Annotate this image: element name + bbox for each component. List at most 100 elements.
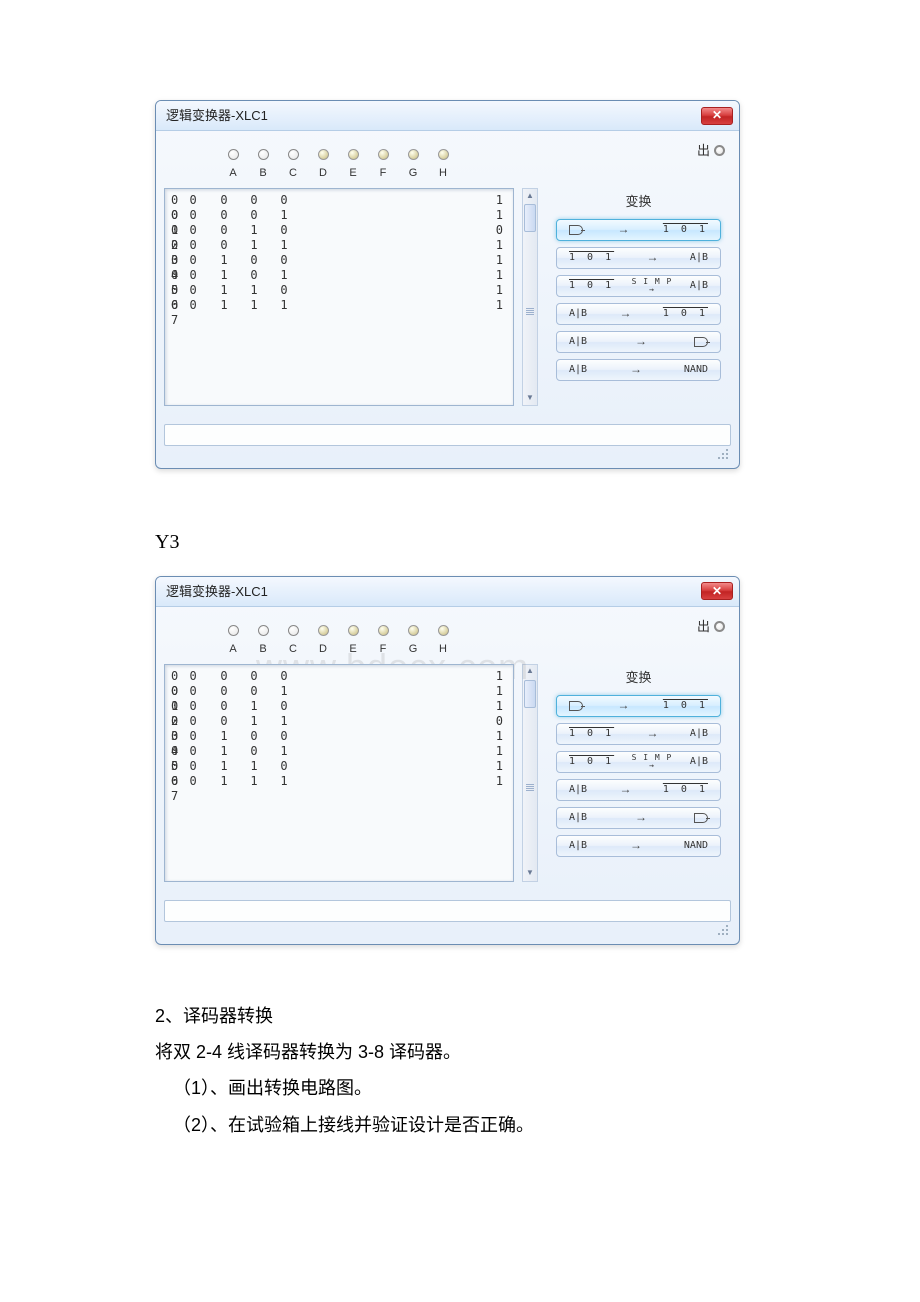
row-index: 0 0 6 — [171, 759, 209, 774]
pin-circle-icon[interactable] — [348, 149, 359, 160]
expression-input[interactable] — [164, 424, 731, 446]
truth-output: 1 — [496, 253, 503, 268]
titlebar[interactable]: 逻辑变换器-XLC1 ✕ — [156, 577, 739, 607]
btn-left: A|B — [569, 809, 587, 827]
pin-circle-icon[interactable] — [408, 149, 419, 160]
scroll-down-icon[interactable]: ▼ — [523, 867, 537, 881]
pin-label: H — [439, 640, 447, 660]
convert-button-0[interactable]: →1 0 1 — [556, 219, 721, 241]
input-pin-h[interactable]: H — [437, 625, 449, 660]
convert-button-5[interactable]: A|B→NAND — [556, 835, 721, 857]
pin-label: D — [319, 640, 327, 660]
convert-button-2[interactable]: 1 0 1S I M P→A|B — [556, 275, 721, 297]
pin-circle-icon[interactable] — [288, 625, 299, 636]
input-pin-e[interactable]: E — [347, 149, 359, 184]
scroll-up-icon[interactable]: ▲ — [523, 189, 537, 203]
truth-output: 1 — [496, 744, 503, 759]
btn-right — [694, 337, 708, 347]
row-index: 0 0 3 — [171, 714, 209, 729]
convert-button-5[interactable]: A|B→NAND — [556, 359, 721, 381]
close-button[interactable]: ✕ — [701, 107, 733, 125]
convert-button-0[interactable]: →1 0 1 — [556, 695, 721, 717]
input-pin-d[interactable]: D — [317, 149, 329, 184]
scroll-up-icon[interactable]: ▲ — [523, 665, 537, 679]
resize-grip[interactable] — [164, 922, 731, 936]
convert-button-2[interactable]: 1 0 1S I M P→A|B — [556, 751, 721, 773]
pin-circle-icon[interactable] — [288, 149, 299, 160]
input-pin-b[interactable]: B — [257, 625, 269, 660]
pin-circle-icon[interactable] — [318, 625, 329, 636]
convert-button-4[interactable]: A|B→ — [556, 331, 721, 353]
pin-circle-icon[interactable] — [378, 625, 389, 636]
pin-label: F — [380, 640, 387, 660]
row-index: 0 0 0 — [171, 193, 209, 208]
scrollbar[interactable]: ▲ ▼ — [522, 188, 538, 406]
convert-button-3[interactable]: A|B→1 0 1 — [556, 303, 721, 325]
window-body: www.bdocx.com 出 ABCDEFGH 0 0 00000 0 100… — [156, 607, 739, 944]
input-pin-e[interactable]: E — [347, 625, 359, 660]
input-pin-a[interactable]: A — [227, 625, 239, 660]
convert-button-1[interactable]: 1 0 1→A|B — [556, 247, 721, 269]
truth-output: 0 — [496, 223, 503, 238]
resize-grip[interactable] — [164, 446, 731, 460]
pin-circle-icon[interactable] — [438, 149, 449, 160]
input-pin-h[interactable]: H — [437, 149, 449, 184]
btn-mid: → — [619, 779, 630, 801]
pin-circle-icon[interactable] — [438, 625, 449, 636]
titlebar[interactable]: 逻辑变换器-XLC1 ✕ — [156, 101, 739, 131]
input-pin-a[interactable]: A — [227, 149, 239, 184]
btn-right: NAND — [684, 361, 708, 379]
table-row: 0 0 2010 — [171, 699, 299, 714]
input-pins-row: ABC DE FGH — [227, 617, 731, 660]
btn-left: A|B — [569, 333, 587, 351]
scroll-thumb[interactable] — [524, 204, 536, 232]
convert-button-1[interactable]: 1 0 1→A|B — [556, 723, 721, 745]
truth-output: 1 — [496, 774, 503, 789]
window-title: 逻辑变换器-XLC1 — [166, 580, 268, 603]
truth-cell: 1 — [239, 238, 269, 253]
row-index: 0 0 2 — [171, 699, 209, 714]
pin-circle-icon[interactable] — [318, 149, 329, 160]
btn-mid: → — [630, 835, 641, 857]
input-pin-f[interactable]: F — [377, 149, 389, 184]
truth-cell: 1 — [209, 774, 239, 789]
truth-cell: 1 — [209, 283, 239, 298]
btn-mid: → — [617, 219, 628, 241]
input-pin-g[interactable]: G — [407, 625, 419, 660]
pin-label: H — [439, 164, 447, 184]
pin-circle-icon[interactable] — [408, 625, 419, 636]
scrollbar[interactable]: ▲ ▼ — [522, 664, 538, 882]
input-pin-d[interactable]: D — [317, 625, 329, 660]
scroll-down-icon[interactable]: ▼ — [523, 391, 537, 405]
pin-circle-icon[interactable] — [258, 149, 269, 160]
pin-circle-icon[interactable] — [348, 625, 359, 636]
convert-panel: 变换 →1 0 11 0 1→A|B1 0 1S I M P→A|BA|B→1 … — [546, 188, 731, 406]
input-pin-g[interactable]: G — [407, 149, 419, 184]
scroll-thumb[interactable] — [524, 680, 536, 708]
input-pin-f[interactable]: F — [377, 625, 389, 660]
btn-right: A|B — [690, 725, 708, 743]
output-label: 出 — [697, 615, 725, 638]
input-pin-c[interactable]: C — [287, 625, 299, 660]
table-row: 0 0 6110 — [171, 283, 299, 298]
truth-cell: 1 — [239, 223, 269, 238]
expression-input[interactable] — [164, 900, 731, 922]
truth-cell: 0 — [209, 238, 239, 253]
pin-circle-icon[interactable] — [258, 625, 269, 636]
truth-cell: 0 — [269, 669, 299, 684]
convert-button-3[interactable]: A|B→1 0 1 — [556, 779, 721, 801]
table-row: 0 0 4100 — [171, 729, 299, 744]
convert-button-4[interactable]: A|B→ — [556, 807, 721, 829]
truth-cell: 0 — [239, 268, 269, 283]
row-index: 0 0 6 — [171, 283, 209, 298]
pin-circle-icon[interactable] — [378, 149, 389, 160]
pin-circle-icon[interactable] — [228, 625, 239, 636]
input-pin-b[interactable]: B — [257, 149, 269, 184]
pin-label: C — [289, 640, 297, 660]
pin-circle-icon[interactable] — [228, 149, 239, 160]
convert-title: 变换 — [550, 666, 727, 689]
close-button[interactable]: ✕ — [701, 582, 733, 600]
table-row: 0 0 5101 — [171, 744, 299, 759]
input-pin-c[interactable]: C — [287, 149, 299, 184]
window-title: 逻辑变换器-XLC1 — [166, 104, 268, 127]
